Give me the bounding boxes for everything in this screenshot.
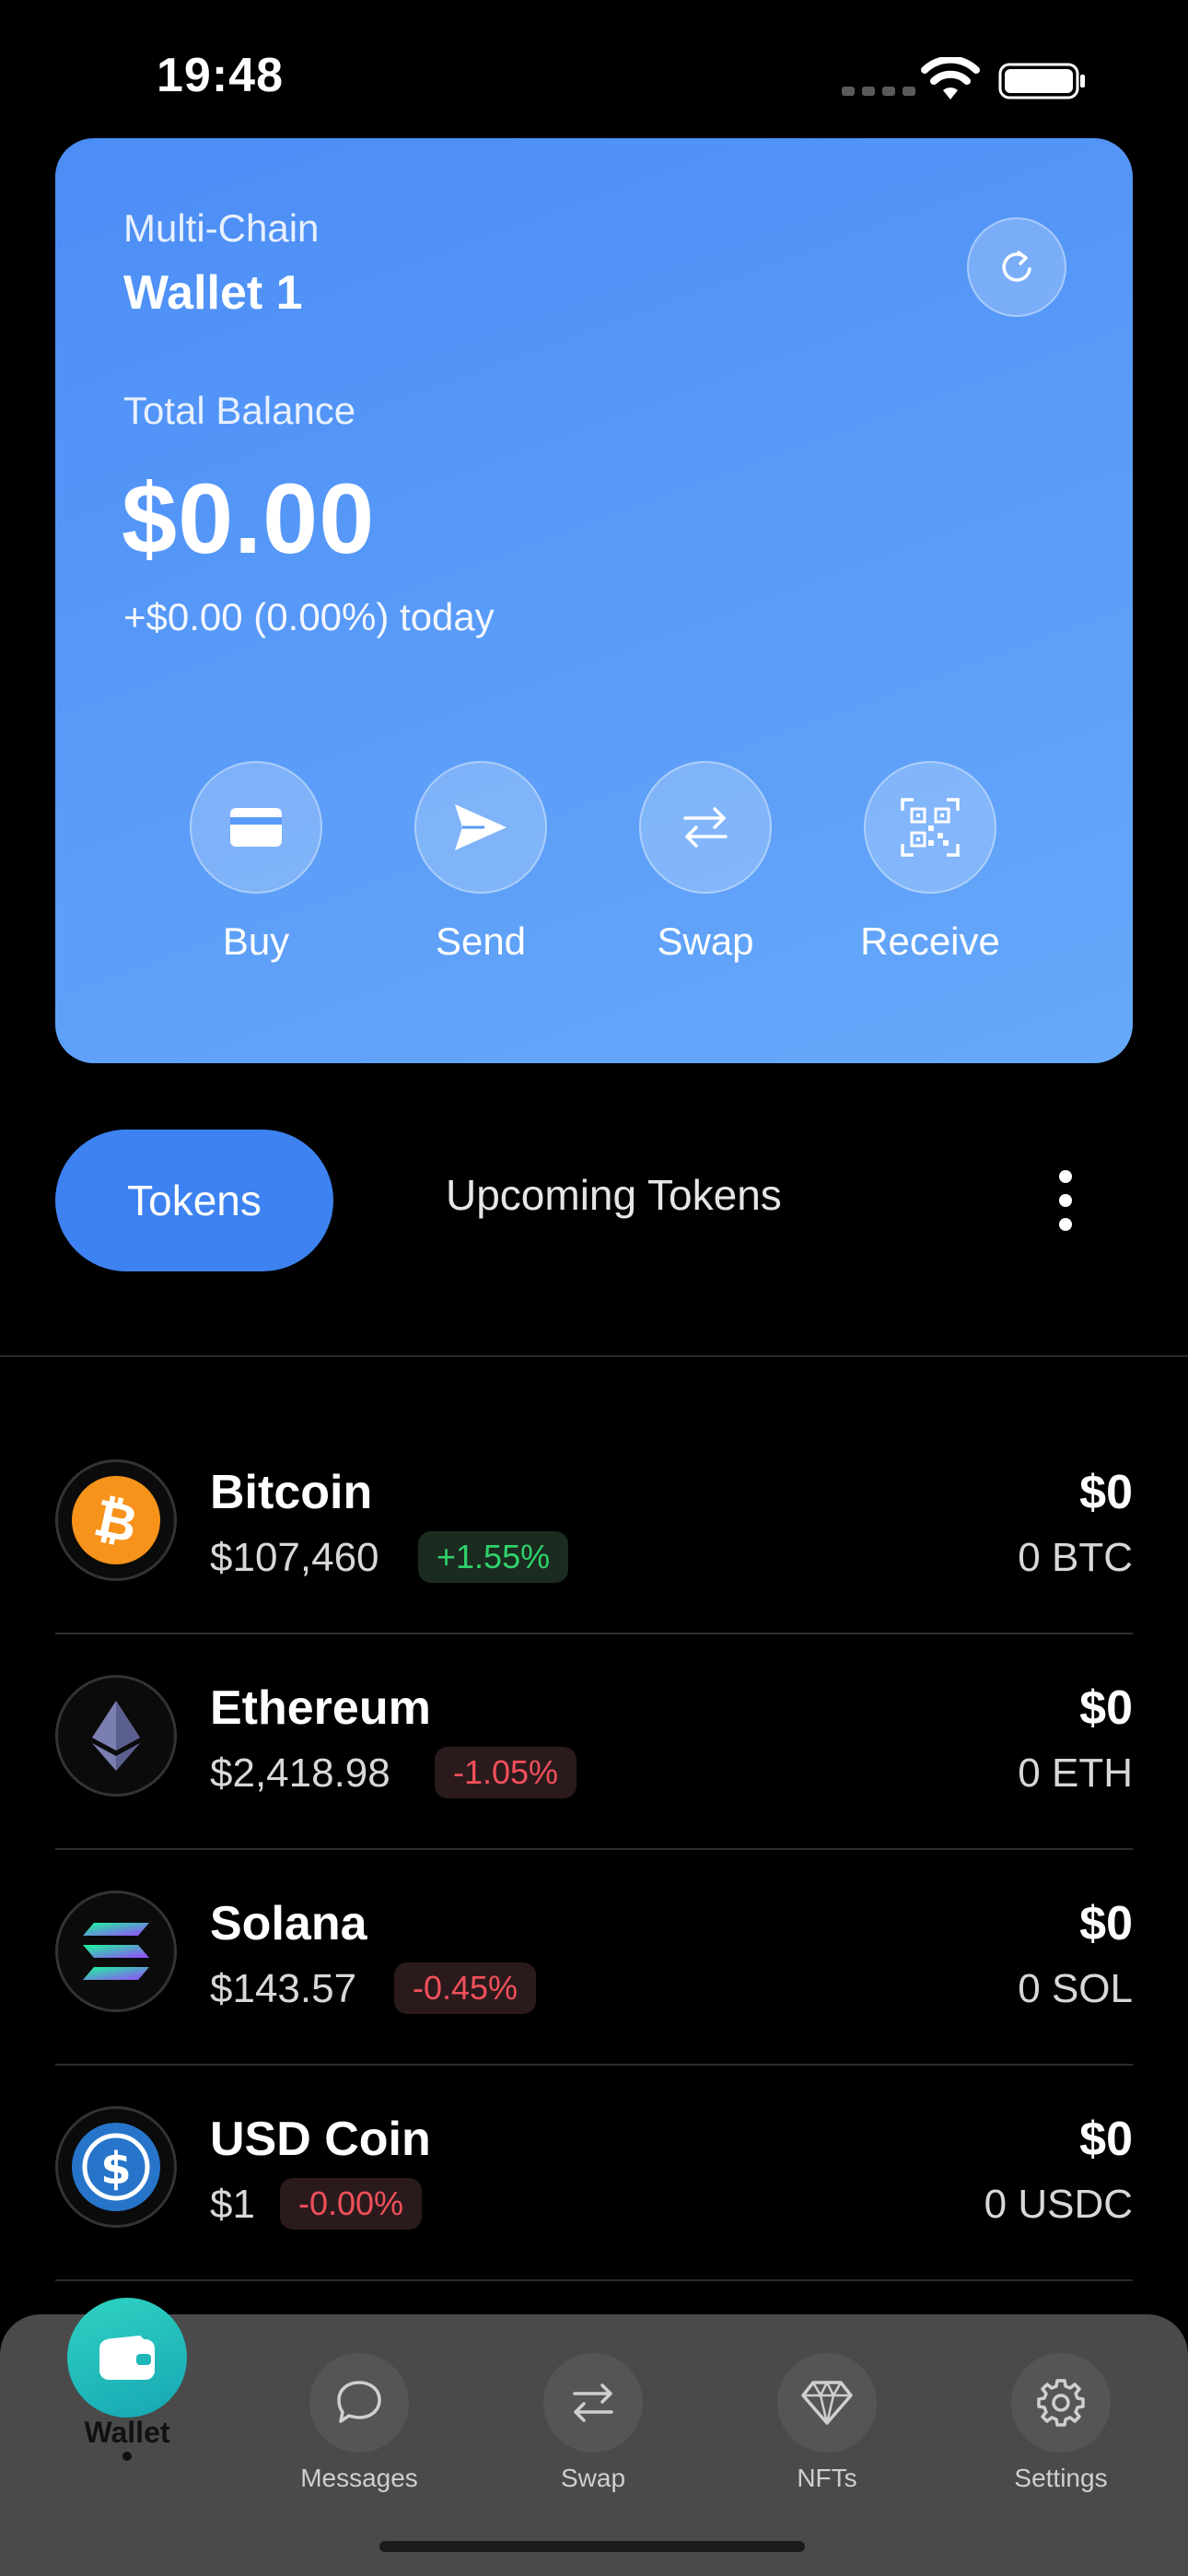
wallet-card: Multi-Chain Wallet 1 Total Balance $0.00… [55, 138, 1133, 1063]
token-row-usd-coin[interactable]: $ USD Coin $1 -0.00% $0 0 USDC [55, 2066, 1133, 2281]
bitcoin-icon: ₿ [55, 1459, 177, 1581]
gear-icon [1037, 2379, 1085, 2427]
card-icon [230, 808, 282, 847]
token-name: Solana [210, 1897, 367, 1950]
receive-button[interactable]: Receive [838, 761, 1022, 964]
buy-label: Buy [222, 919, 290, 963]
wifi-icon [921, 57, 980, 100]
ethereum-icon [55, 1675, 177, 1797]
token-change-badge: -1.05% [435, 1747, 577, 1798]
token-row-solana[interactable]: Solana $143.57 -0.45% $0 0 SOL [55, 1850, 1133, 2066]
token-change-badge: -0.00% [280, 2178, 423, 2230]
send-button[interactable]: Send [389, 761, 573, 964]
receive-label: Receive [860, 919, 1000, 963]
token-name: USD Coin [210, 2113, 431, 2166]
nav-wallet[interactable]: Wallet [35, 2298, 219, 2461]
status-bar: 19:48 [0, 0, 1188, 138]
nav-nfts[interactable]: NFTs [735, 2314, 919, 2493]
swap-icon [573, 2383, 613, 2422]
token-change-badge: -0.45% [394, 1962, 537, 2014]
token-change-badge: +1.55% [418, 1531, 569, 1583]
token-amount: 0 ETH [1018, 1751, 1133, 1796]
token-value: $0 [1079, 1897, 1133, 1950]
refresh-button[interactable] [967, 217, 1066, 317]
token-value: $0 [1079, 1466, 1133, 1519]
swap-icon [683, 807, 728, 848]
more-dot [1059, 1194, 1072, 1207]
token-price: $143.57 [210, 1966, 357, 2011]
token-price: $1 [210, 2182, 255, 2227]
token-name: Ethereum [210, 1681, 431, 1735]
nav-messages[interactable]: Messages [267, 2314, 451, 2493]
nav-label: Settings [1014, 2464, 1108, 2492]
battery-icon [998, 63, 1085, 100]
wallet-name[interactable]: Wallet 1 [123, 265, 303, 321]
status-time: 19:48 [157, 49, 284, 102]
token-price: $2,418.98 [210, 1751, 390, 1796]
tab-tokens[interactable]: Tokens [55, 1130, 333, 1271]
nav-label: Wallet [84, 2416, 170, 2449]
nav-label: NFTs [797, 2464, 857, 2492]
buy-button[interactable]: Buy [164, 761, 348, 964]
swap-label: Swap [657, 919, 754, 963]
token-amount: 0 USDC [984, 2182, 1133, 2227]
wallet-icon [99, 2336, 155, 2380]
send-label: Send [435, 919, 527, 963]
home-indicator [379, 2541, 805, 2552]
solana-icon [55, 1891, 177, 2012]
nav-settings[interactable]: Settings [969, 2314, 1153, 2493]
token-price: $107,460 [210, 1535, 379, 1580]
cellular-signal-icon [842, 87, 915, 96]
token-amount: 0 BTC [1018, 1535, 1133, 1580]
usdc-icon: $ [55, 2106, 177, 2228]
divider [0, 1355, 1188, 1357]
bottom-nav: Wallet Messages Swap NFTs Settings [0, 2298, 1188, 2576]
send-icon [455, 804, 507, 850]
token-amount: 0 SOL [1018, 1966, 1133, 2011]
balance-label: Total Balance [123, 389, 356, 432]
more-options-button[interactable] [1059, 1170, 1072, 1235]
token-value: $0 [1079, 2113, 1133, 2166]
token-row-ethereum[interactable]: Ethereum $2,418.98 -1.05% $0 0 ETH [55, 1634, 1133, 1850]
diamond-icon [801, 2381, 853, 2425]
more-dot [1059, 1170, 1072, 1183]
balance-value: $0.00 [122, 463, 376, 574]
tab-upcoming-tokens[interactable]: Upcoming Tokens [446, 1170, 782, 1220]
nav-label: Swap [560, 2464, 626, 2492]
swap-button[interactable]: Swap [613, 761, 798, 964]
qr-code-icon [901, 798, 960, 857]
token-row-bitcoin[interactable]: ₿ Bitcoin $107,460 +1.55% $0 0 BTC [55, 1419, 1133, 1634]
nav-label: Messages [300, 2464, 418, 2492]
refresh-icon [1002, 251, 1031, 282]
svg-text:$: $ [100, 2143, 131, 2195]
divider [55, 2279, 1133, 2281]
token-value: $0 [1079, 1681, 1133, 1735]
chain-label: Multi-Chain [123, 206, 320, 250]
chat-bubble-icon [337, 2381, 381, 2423]
active-indicator-dot [122, 2452, 132, 2461]
token-name: Bitcoin [210, 1466, 373, 1519]
nav-swap[interactable]: Swap [501, 2314, 685, 2493]
balance-change: +$0.00 (0.00%) today [123, 595, 495, 638]
more-dot [1059, 1218, 1072, 1231]
